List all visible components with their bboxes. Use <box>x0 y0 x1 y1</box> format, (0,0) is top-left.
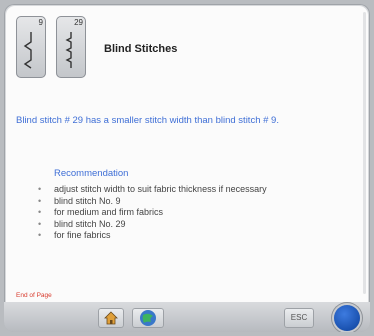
stitch-number: 9 <box>38 18 43 27</box>
list-item: • for medium and firm fabrics <box>36 207 336 219</box>
bullet-icon: • <box>38 218 42 229</box>
taskbar: ESC <box>4 302 370 332</box>
scrollbar[interactable] <box>363 12 366 294</box>
intro-text: Blind stitch # 29 has a smaller stitch w… <box>16 115 279 126</box>
bullet-icon: • <box>38 207 42 217</box>
bullet-icon: • <box>38 195 42 206</box>
tutorial-button[interactable] <box>132 308 164 328</box>
list-item: • adjust stitch width to suit fabric thic… <box>36 184 336 196</box>
blind-stitch-9-button[interactable]: 9 <box>16 16 46 78</box>
page-title: Blind Stitches <box>104 43 178 55</box>
stitch-number: 29 <box>74 18 83 27</box>
blue-round-button[interactable] <box>334 305 360 331</box>
recommendation-text: for fine fabrics <box>54 230 111 240</box>
recommendation-text: for medium and firm fabrics <box>54 207 164 217</box>
disabled-button-1 <box>14 308 42 328</box>
blind-stitch-29-icon <box>65 32 72 68</box>
blind-stitch-9-icon <box>23 32 32 69</box>
bullet-icon: • <box>38 230 42 240</box>
blind-stitch-29-button[interactable]: 29 <box>56 16 86 78</box>
help-screen: 9 29 Blind Stitches Blind stitch # 29 ha… <box>6 6 368 302</box>
list-item: • for fine fabrics <box>36 230 336 242</box>
globe-icon <box>140 310 156 326</box>
home-button[interactable] <box>98 308 124 328</box>
device-frame: 9 29 Blind Stitches Blind stitch # 29 ha… <box>4 4 370 332</box>
end-of-page-label: End of Page <box>16 292 52 299</box>
recommendation-list: • adjust stitch width to suit fabric thic… <box>36 184 336 242</box>
list-item: • blind stitch No. 9 <box>36 196 336 208</box>
recommendation-text: blind stitch No. 29 <box>54 218 126 229</box>
recommendation-heading: Recommendation <box>54 168 129 179</box>
disabled-button-2 <box>48 308 76 328</box>
recommendation-text: adjust stitch width to suit fabric thick… <box>54 184 267 194</box>
home-icon <box>104 311 118 325</box>
bullet-icon: • <box>38 184 42 194</box>
list-item: • blind stitch No. 29 <box>36 219 336 231</box>
esc-button[interactable]: ESC <box>284 308 314 328</box>
recommendation-text: blind stitch No. 9 <box>54 195 121 206</box>
